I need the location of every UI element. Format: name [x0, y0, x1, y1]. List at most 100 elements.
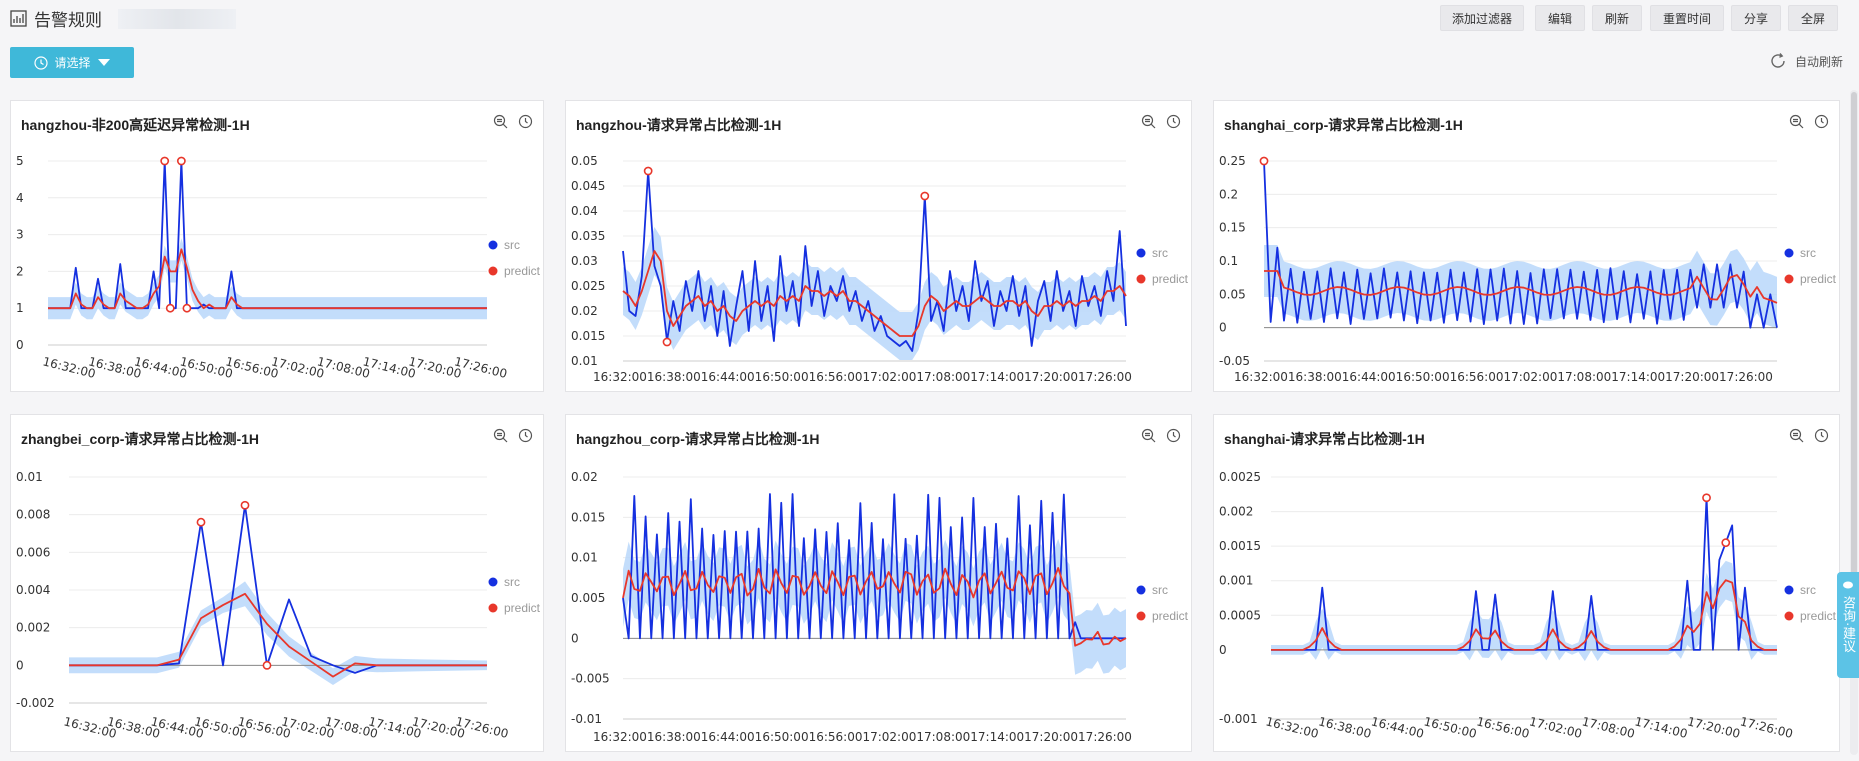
y-tick-label: 1: [16, 301, 24, 315]
y-tick-label: 5: [16, 154, 24, 168]
y-tick-label: 4: [16, 191, 24, 205]
legend-predict-swatch[interactable]: [1136, 611, 1146, 621]
refresh-icon: [1771, 53, 1785, 68]
y-tick-label: 0.002: [16, 621, 50, 635]
share-button[interactable]: 分享: [1731, 5, 1781, 31]
legend-predict-label[interactable]: predict: [1152, 272, 1189, 286]
legend-predict-label[interactable]: predict: [1800, 609, 1837, 623]
legend-predict-swatch[interactable]: [1784, 274, 1794, 284]
refresh-button[interactable]: 刷新: [1592, 5, 1642, 31]
y-tick-label: 2: [16, 264, 24, 278]
legend-src-swatch[interactable]: [1784, 248, 1794, 258]
add-filter-button[interactable]: 添加过滤器: [1440, 5, 1524, 31]
y-tick-label: 0.001: [1219, 574, 1253, 588]
legend-src-swatch[interactable]: [1136, 585, 1146, 595]
legend-src-swatch[interactable]: [488, 240, 498, 250]
x-tick-label: 16:56:00: [1475, 714, 1531, 741]
y-tick-label: 0: [571, 631, 579, 645]
time-select-button[interactable]: 请选择: [10, 47, 134, 78]
x-tick-labels: 16:32:0016:38:0016:44:0016:50:0016:56:00…: [593, 730, 1132, 744]
x-tick-label: 17:08:00: [1581, 714, 1637, 741]
legend-src-label[interactable]: src: [1800, 246, 1816, 260]
fullscreen-button[interactable]: 全屏: [1788, 5, 1838, 31]
anomaly-marker[interactable]: [662, 337, 672, 347]
confidence-band: [623, 227, 1126, 360]
anomaly-marker[interactable]: [262, 660, 272, 670]
x-tick-label: 16:32:00: [1264, 714, 1320, 741]
y-tick-label: 0.0005: [1219, 608, 1261, 622]
legend-predict-swatch[interactable]: [488, 266, 498, 276]
x-tick-label: 17:20:00: [1686, 714, 1742, 741]
legend-src-label[interactable]: src: [1800, 583, 1816, 597]
legend-predict-label[interactable]: predict: [504, 264, 541, 278]
feedback-tab[interactable]: 咨询·建议: [1837, 572, 1859, 678]
legend-src-swatch[interactable]: [488, 577, 498, 587]
legend-src-label[interactable]: src: [504, 238, 520, 252]
anomaly-marker[interactable]: [1259, 156, 1269, 166]
src-line: [1271, 496, 1777, 651]
legend-predict-label[interactable]: predict: [504, 601, 541, 615]
x-tick-label: 17:02:00: [1528, 714, 1584, 741]
legend-predict-swatch[interactable]: [1784, 611, 1794, 621]
legend-predict-swatch[interactable]: [488, 603, 498, 613]
y-tick-label: 0.025: [571, 279, 605, 293]
y-tick-label: 0.25: [1219, 154, 1246, 168]
auto-refresh-toggle[interactable]: 自动刷新: [1769, 52, 1843, 70]
anomaly-marker[interactable]: [643, 166, 653, 176]
y-tick-label: 0.15: [1219, 221, 1246, 235]
caret-down-icon: [97, 59, 110, 66]
reset-time-button[interactable]: 重置时间: [1650, 5, 1724, 31]
legend-src-swatch[interactable]: [1784, 585, 1794, 595]
chart-panel: shanghai-请求异常占比检测-1H -0.001 0 0.0005 0.001 0.…: [1213, 414, 1840, 752]
legend-src-label[interactable]: src: [1152, 246, 1168, 260]
x-tick-label: 16:50:00: [1422, 714, 1478, 741]
anomaly-marker[interactable]: [240, 500, 250, 510]
chart-svg: -0.00200.0020.0040.0060.0080.0116:32:001…: [16, 470, 541, 741]
anomaly-marker[interactable]: [196, 517, 206, 527]
y-tick-label: -0.005: [571, 672, 610, 686]
legend-predict-label[interactable]: predict: [1800, 272, 1837, 286]
y-tick-label: 0.045: [571, 179, 605, 193]
y-tick-label: 0.015: [571, 510, 605, 524]
legend-predict-label[interactable]: predict: [1152, 609, 1189, 623]
legend-src-label[interactable]: src: [504, 575, 520, 589]
x-tick-label: 17:26:00: [453, 354, 509, 381]
y-tick-label: 0.0025: [1219, 470, 1261, 484]
anomaly-marker[interactable]: [920, 191, 930, 201]
y-tick-label: -0.002: [16, 696, 55, 710]
y-tick-label: 0: [16, 338, 24, 352]
legend-src-swatch[interactable]: [1136, 248, 1146, 258]
anomaly-marker[interactable]: [176, 156, 186, 166]
y-tick-label: -0.05: [1219, 354, 1250, 368]
y-tick-label: 0.05: [1219, 287, 1246, 301]
y-tick-label: 0.006: [16, 545, 50, 559]
y-tick-label: 0.0015: [1219, 539, 1261, 553]
anomaly-marker[interactable]: [182, 303, 192, 313]
redacted-region: [118, 8, 236, 29]
anomaly-marker[interactable]: [1702, 493, 1711, 503]
y-tick-label: 0.002: [1219, 505, 1253, 519]
chart-panel: hangzhou_corp-请求异常占比检测-1H -0.01 -0.005 0 0.0…: [565, 414, 1192, 752]
top-bar: 告警规则 添加过滤器 编辑 刷新 重置时间 分享 全屏: [0, 0, 1859, 38]
x-tick-label: 17:14:00: [1633, 714, 1689, 741]
legend-src-label[interactable]: src: [1152, 583, 1168, 597]
anomaly-marker[interactable]: [165, 303, 175, 313]
legend-predict-swatch[interactable]: [1136, 274, 1146, 284]
y-tick-label: 0.035: [571, 229, 605, 243]
anomaly-marker[interactable]: [160, 156, 170, 166]
anomaly-marker[interactable]: [1721, 538, 1731, 548]
chart-icon: [10, 10, 27, 27]
x-tick-labels: 16:32:0016:38:0016:44:0016:50:0016:56:00…: [593, 370, 1132, 384]
x-tick-label: 16:38:00: [1317, 714, 1373, 741]
y-tick-label: 3: [16, 228, 24, 242]
chart-svg: 01234516:32:0016:38:0016:44:0016:50:0016…: [16, 154, 541, 381]
y-tick-label: 0.03: [571, 254, 598, 268]
chart-panel: shanghai_corp-请求异常占比检测-1H -0.05 0 0.05 0.1 0.…: [1213, 100, 1840, 392]
scrollbar-thumb[interactable]: [1851, 92, 1857, 642]
edit-button[interactable]: 编辑: [1535, 5, 1585, 31]
y-tick-label: 0: [16, 658, 24, 672]
page-title: 告警规则: [34, 11, 102, 30]
y-tick-label: 0.1: [1219, 254, 1238, 268]
y-tick-label: 0.04: [571, 204, 598, 218]
clock-icon: [34, 55, 49, 70]
